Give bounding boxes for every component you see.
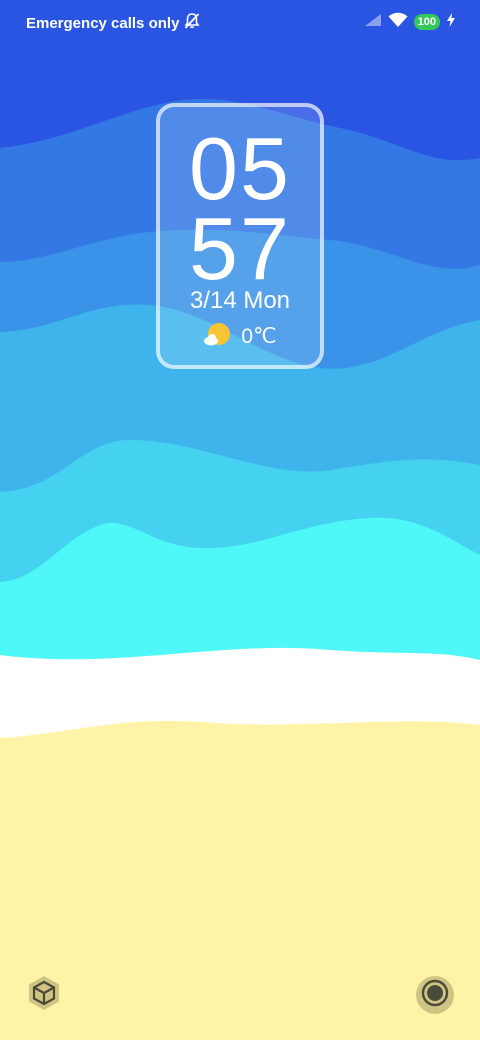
status-icons: 100 — [364, 12, 456, 32]
cellular-signal-icon — [364, 13, 382, 32]
camera-shortcut-button[interactable] — [416, 976, 454, 1014]
weather-temperature: 0℃ — [241, 325, 277, 348]
camera-shutter-icon — [420, 978, 450, 1013]
clock-widget[interactable]: 05 57 3/14 Mon 0℃ — [156, 103, 324, 369]
wifi-icon — [388, 12, 408, 33]
clock-minute: 57 — [189, 199, 291, 298]
carrier-status: Emergency calls only — [26, 12, 201, 36]
clock-date: 3/14 Mon — [189, 287, 291, 314]
battery-level-badge: 100 — [413, 14, 440, 30]
weather-row: 0℃ — [160, 322, 320, 352]
3d-shortcut-button[interactable] — [25, 974, 63, 1017]
partly-cloudy-sun-icon — [203, 322, 231, 353]
carrier-text: Emergency calls only — [26, 15, 180, 32]
3d-cube-icon — [25, 974, 63, 1017]
charging-bolt-icon — [446, 12, 456, 32]
notifications-muted-icon — [183, 12, 201, 36]
status-bar: Emergency calls only 100 — [0, 0, 480, 44]
